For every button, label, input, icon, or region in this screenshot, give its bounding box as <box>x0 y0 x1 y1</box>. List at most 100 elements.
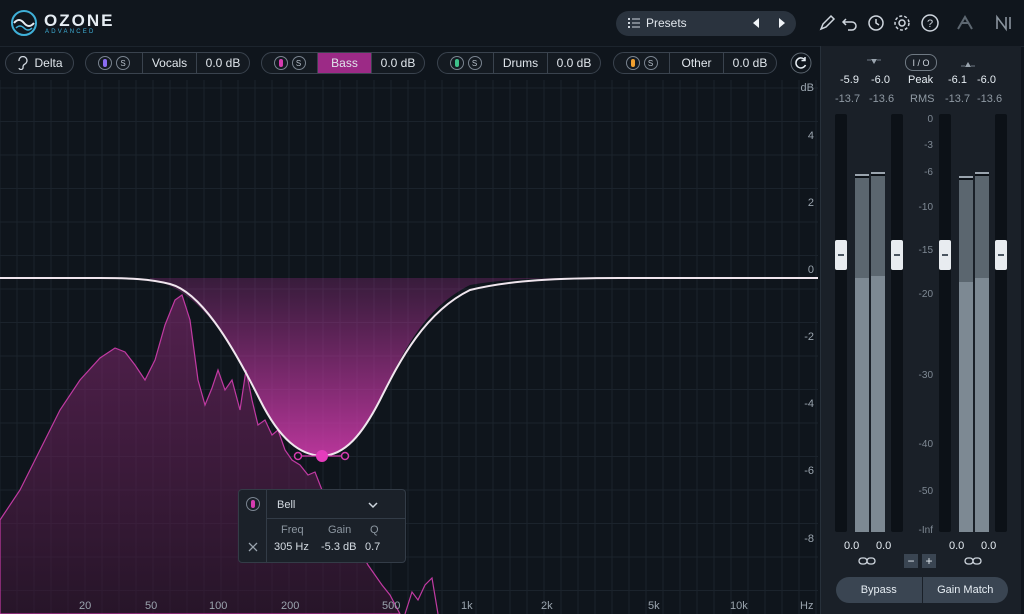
gain-value[interactable]: -5.3 dB <box>321 541 356 553</box>
undo-icon[interactable] <box>840 13 860 33</box>
vocals-gain[interactable]: 0.0 dB <box>197 53 249 73</box>
y-tick: -4 <box>804 398 814 410</box>
output-trim-l-value[interactable]: 0.0 <box>949 540 964 552</box>
output-meter-l <box>959 176 973 532</box>
input-collapse-icon[interactable] <box>867 58 881 68</box>
bass-solo-button[interactable]: S <box>291 56 306 70</box>
q-handle-left[interactable] <box>293 451 303 461</box>
output-trim-track[interactable] <box>939 114 951 532</box>
gear-icon[interactable] <box>892 13 912 33</box>
band-drums[interactable]: S Drums 0.0 dB <box>437 52 601 74</box>
input-peak-l: -5.9 <box>840 74 859 86</box>
bottom-buttons: Bypass Gain Match <box>836 577 1008 603</box>
band-bass[interactable]: S Bass 0.0 dB <box>261 52 425 74</box>
input-trim-handle-r[interactable] <box>891 240 903 270</box>
output-trim-handle-l[interactable] <box>939 240 951 270</box>
eq-canvas[interactable] <box>0 80 818 614</box>
meter-scale-tick: -40 <box>918 439 933 450</box>
next-preset-icon[interactable] <box>776 17 788 29</box>
pencil-icon[interactable] <box>817 13 837 33</box>
minus-button[interactable]: − <box>904 554 918 568</box>
input-trim-l-value[interactable]: 0.0 <box>844 540 859 552</box>
vocals-enable-icon[interactable] <box>98 56 112 70</box>
input-meter-l <box>855 174 869 532</box>
band-vocals[interactable]: S Vocals 0.0 dB <box>85 52 250 74</box>
vocals-solo-button[interactable]: S <box>116 56 130 70</box>
plus-button[interactable]: + <box>922 554 936 568</box>
output-trim-handle-r[interactable] <box>995 240 1007 270</box>
meter-scale-tick: -20 <box>918 289 933 300</box>
x-tick: 50 <box>145 600 158 612</box>
meter-scale-tick: -Inf <box>918 525 933 536</box>
x-tick: 2k <box>541 600 553 612</box>
q-handle-right[interactable] <box>340 451 350 461</box>
output-meter-r <box>975 172 989 532</box>
io-toggle[interactable]: I / O <box>905 54 937 71</box>
output-link-icon[interactable] <box>964 555 982 567</box>
drums-solo-button[interactable]: S <box>467 56 482 70</box>
output-peak-r: -6.0 <box>977 74 996 86</box>
input-rms-r: -13.6 <box>869 93 895 105</box>
ozone-logo-icon <box>11 10 37 36</box>
y-tick: -8 <box>804 533 814 545</box>
y-tick: 0 <box>807 264 814 276</box>
io-meter-panel: I / O -5.9 -6.0 Peak -6.1 -6.0 -13.7 -13… <box>820 46 1021 614</box>
q-header: Q <box>370 524 379 536</box>
other-solo-button[interactable]: S <box>643 56 658 70</box>
gain-match-button[interactable]: Gain Match <box>923 577 1009 603</box>
help-icon[interactable]: ? <box>920 13 940 33</box>
band-settings-panel: Bell Freq Gain Q 305 Hz -5.3 dB 0.7 <box>238 489 406 563</box>
input-trim-r-value[interactable]: 0.0 <box>876 540 891 552</box>
x-tick: 5k <box>648 600 660 612</box>
previous-preset-icon[interactable] <box>750 17 762 29</box>
vocals-label: Vocals <box>143 53 197 73</box>
x-tick: 100 <box>209 600 228 612</box>
meter-scale-tick: 0 <box>927 114 933 125</box>
app-edition: ADVANCED <box>45 29 96 35</box>
reset-icon[interactable] <box>790 52 812 74</box>
bass-enable-icon[interactable] <box>273 56 288 70</box>
presets-bar[interactable]: Presets <box>616 11 796 36</box>
input-link-icon[interactable] <box>858 555 876 567</box>
eq-display[interactable]: dB 4 2 0 -2 -4 -6 -8 <box>0 80 818 614</box>
y-tick: -6 <box>804 465 814 477</box>
output-trim-track-r[interactable] <box>995 114 1007 532</box>
drums-enable-icon[interactable] <box>449 56 464 70</box>
q-value[interactable]: 0.7 <box>365 541 380 553</box>
history-icon[interactable] <box>866 13 886 33</box>
bass-gain[interactable]: 0.0 dB <box>372 53 424 73</box>
input-trim-handle-l[interactable] <box>835 240 847 270</box>
bass-label: Bass <box>318 53 372 73</box>
app-name: OZONE <box>44 11 115 30</box>
input-peak-r: -6.0 <box>871 74 890 86</box>
output-collapse-icon[interactable] <box>961 58 975 68</box>
chevron-down-icon[interactable] <box>367 500 379 510</box>
output-trim-r-value[interactable]: 0.0 <box>981 540 996 552</box>
band-other[interactable]: S Other 0.0 dB <box>613 52 777 74</box>
x-tick: 500 <box>382 600 401 612</box>
freq-value[interactable]: 305 Hz <box>274 541 309 553</box>
meter-scale-tick: -10 <box>918 202 933 213</box>
spectrum-tail <box>404 576 439 614</box>
input-trim-track-r[interactable] <box>891 114 903 532</box>
band-enable-icon[interactable] <box>246 497 260 511</box>
delta-button[interactable]: Delta <box>5 52 74 74</box>
filter-type[interactable]: Bell <box>277 499 295 511</box>
close-icon[interactable] <box>247 541 259 553</box>
input-rms-l: -13.7 <box>835 93 861 105</box>
other-gain[interactable]: 0.0 dB <box>724 53 776 73</box>
presets-label: Presets <box>646 16 687 30</box>
band-node[interactable] <box>316 450 328 462</box>
drums-label: Drums <box>494 53 548 73</box>
other-label: Other <box>670 53 724 73</box>
other-enable-icon[interactable] <box>625 56 640 70</box>
bypass-button[interactable]: Bypass <box>836 577 923 603</box>
peak-label: Peak <box>908 74 934 86</box>
drums-gain[interactable]: 0.0 dB <box>548 53 600 73</box>
meter-scale-tick: -3 <box>924 140 933 151</box>
input-trim-track[interactable] <box>835 114 847 532</box>
signal-chain-icon[interactable] <box>955 13 975 33</box>
y-tick: 4 <box>807 130 814 142</box>
list-icon <box>628 18 640 28</box>
svg-text:?: ? <box>927 18 933 30</box>
